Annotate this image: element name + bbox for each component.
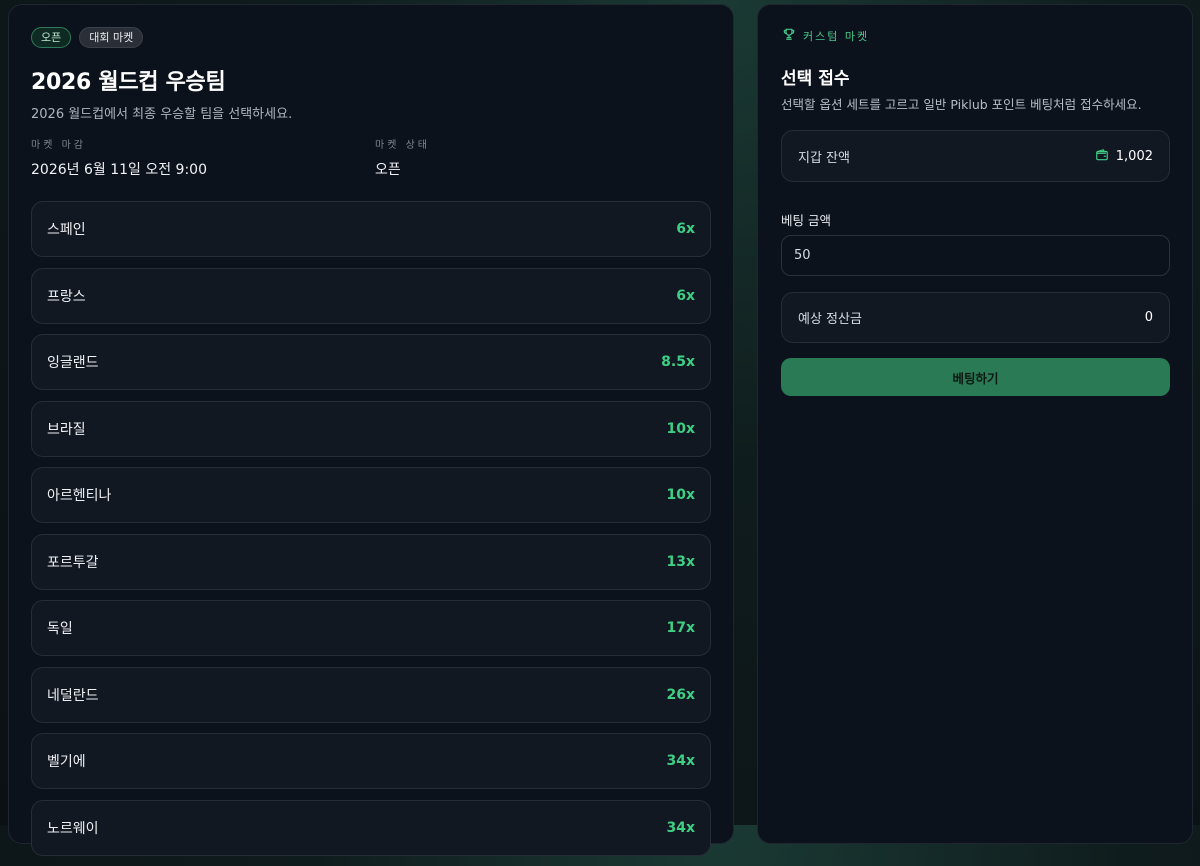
option-odds: 8.5x xyxy=(661,354,695,370)
option-name: 프랑스 xyxy=(47,288,86,305)
option-name: 독일 xyxy=(47,621,73,637)
trophy-icon xyxy=(782,26,796,45)
option-name: 노르웨이 xyxy=(47,820,99,837)
betslip-eyebrow: 커스텀 마켓 xyxy=(782,26,869,45)
option-odds: 10x xyxy=(666,487,695,503)
place-bet-button[interactable]: 베팅하기 xyxy=(781,358,1170,396)
option-row[interactable]: 노르웨이 34x xyxy=(31,799,711,856)
option-odds: 17x xyxy=(666,620,695,636)
option-name: 포르투갈 xyxy=(47,554,99,571)
option-odds: 6x xyxy=(676,287,695,304)
option-row[interactable]: 벨기에 34x xyxy=(31,733,711,789)
option-row[interactable]: 네덜란드 26x xyxy=(31,666,711,723)
market-close-label: 마켓 마감 xyxy=(31,140,86,151)
option-row[interactable]: 스페인 6x xyxy=(31,201,711,257)
option-list: 스페인 6x 프랑스 6x 잉글랜드 8.5x 브라질 10x 아르헨티나 10x 포르투갈 13x 독… xyxy=(31,201,711,866)
option-odds: 34x xyxy=(666,753,695,769)
option-row[interactable]: 잉글랜드 8.5x xyxy=(31,334,711,390)
betslip-panel: 커스텀 마켓 선택 접수 선택할 옵션 세트를 고르고 일반 Piklub 포인… xyxy=(757,4,1193,844)
wallet-icon xyxy=(1095,147,1109,166)
market-badges: 오픈 대회 마켓 xyxy=(31,27,144,48)
wallet-balance: 지갑 잔액 1,002 xyxy=(781,130,1170,182)
market-status-label: 마켓 상태 xyxy=(375,140,430,151)
market-close-info: 마켓 마감 2026년 6월 11일 오전 9:00 xyxy=(31,136,207,179)
expected-payout: 예상 정산금 0 xyxy=(781,292,1170,343)
option-name: 스페인 xyxy=(47,222,86,238)
status-badge: 오픈 xyxy=(31,27,72,48)
option-odds: 10x xyxy=(666,420,695,437)
option-row[interactable]: 브라질 10x xyxy=(31,400,711,457)
payout-label: 예상 정산금 xyxy=(798,312,862,327)
page-subtitle: 2026 월드컵에서 최종 우승할 팀을 선택하세요. xyxy=(31,107,293,122)
option-name: 잉글랜드 xyxy=(47,355,99,371)
option-row[interactable]: 독일 17x xyxy=(31,600,711,656)
market-status-value: 오픈 xyxy=(375,162,401,178)
wallet-value: 1,002 xyxy=(1115,148,1153,164)
option-odds: 13x xyxy=(666,553,695,570)
betslip-subtitle: 선택할 옵션 세트를 고르고 일반 Piklub 포인트 베팅처럼 접수하세요. xyxy=(781,97,1142,112)
page-title: 2026 월드컵 우승팀 xyxy=(31,70,226,95)
bet-amount-label: 베팅 금액 xyxy=(781,213,831,228)
option-row[interactable]: 포르투갈 13x xyxy=(31,533,711,590)
market-status-info: 마켓 상태 오픈 xyxy=(375,136,430,179)
option-odds: 34x xyxy=(666,819,695,836)
option-name: 네덜란드 xyxy=(47,687,99,704)
option-row[interactable]: 아르헨티나 10x xyxy=(31,467,711,523)
category-badge: 대회 마켓 xyxy=(79,27,144,48)
option-row[interactable]: 프랑스 6x xyxy=(31,267,711,324)
option-name: 아르헨티나 xyxy=(47,488,112,504)
market-panel: 오픈 대회 마켓 2026 월드컵 우승팀 2026 월드컵에서 최종 우승할 … xyxy=(8,4,734,856)
option-odds: 26x xyxy=(666,686,695,703)
betslip-title: 선택 접수 xyxy=(781,69,850,89)
market-close-value: 2026년 6월 11일 오전 9:00 xyxy=(31,162,207,178)
bet-amount-input[interactable] xyxy=(781,235,1170,276)
option-odds: 6x xyxy=(676,221,695,237)
option-name: 브라질 xyxy=(47,421,86,438)
payout-value: 0 xyxy=(1144,310,1153,325)
betslip-eyebrow-label: 커스텀 마켓 xyxy=(803,29,870,43)
wallet-label: 지갑 잔액 xyxy=(798,150,850,166)
wallet-value-group: 1,002 xyxy=(1095,147,1153,166)
option-name: 벨기에 xyxy=(47,754,86,770)
